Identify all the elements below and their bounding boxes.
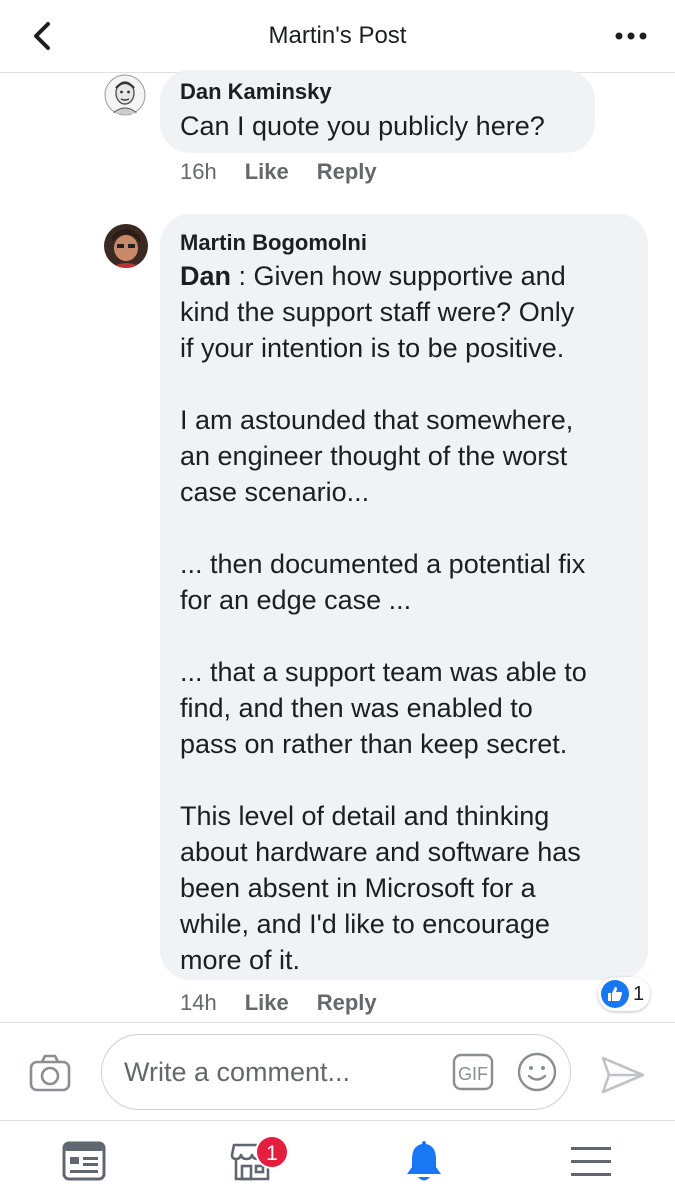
avatar[interactable] <box>104 224 148 268</box>
comment-time: 16h <box>180 159 217 184</box>
comment-line: Dan : Given how supportive and <box>180 261 566 291</box>
comment-line: pass on rather than keep secret. <box>180 729 568 759</box>
comment-line: if your intention is to be positive. <box>180 333 565 363</box>
mention-link[interactable]: Dan <box>180 261 231 291</box>
thumbs-up-icon <box>601 980 629 1008</box>
reply-button[interactable]: Reply <box>317 990 377 1016</box>
comment-text: Can I quote you publicly here? <box>180 111 545 141</box>
like-button[interactable]: Like <box>245 990 289 1016</box>
comment-line: for an edge case ... <box>180 585 412 615</box>
reaction-count: 1 <box>633 982 645 1005</box>
notification-badge: 1 <box>255 1135 289 1169</box>
send-icon[interactable] <box>600 1055 646 1095</box>
comment-line: about hardware and software has <box>180 837 581 867</box>
menu-icon[interactable] <box>567 1137 615 1185</box>
comment-meta: 14h Like Reply <box>180 990 377 1016</box>
gif-icon[interactable]: GIF <box>452 1053 494 1091</box>
gif-label: GIF <box>458 1064 488 1084</box>
like-button[interactable]: Like <box>245 159 289 185</box>
more-options-icon[interactable] <box>611 18 651 54</box>
comment-text: Dan : Given how supportive and kind the … <box>180 258 640 978</box>
comment-line: ... then documented a potential fix <box>180 549 586 579</box>
comment-line: been absent in Microsoft for a <box>180 873 536 903</box>
comment-line: while, and I'd like to encourage <box>180 909 550 939</box>
comment-author[interactable]: Martin Bogomolni <box>180 230 367 256</box>
reply-button[interactable]: Reply <box>317 159 377 185</box>
news-feed-icon[interactable] <box>60 1137 108 1185</box>
comment-line: more of it. <box>180 945 301 975</box>
reaction-summary[interactable]: 1 <box>598 977 651 1011</box>
comment-line: ... that a support team was able to <box>180 657 587 687</box>
comment-line: find, and then was enabled to <box>180 693 533 723</box>
page-title: Martin's Post <box>268 22 407 49</box>
comment-time: 14h <box>180 990 217 1015</box>
comment-input-placeholder: Write a comment... <box>124 1057 351 1087</box>
comment-meta: 16h Like Reply <box>180 159 377 185</box>
avatar[interactable] <box>104 74 146 116</box>
comment-line: case scenario... <box>180 477 370 507</box>
comment-line: This level of detail and thinking <box>180 801 550 831</box>
comment-author[interactable]: Dan Kaminsky <box>180 79 332 105</box>
comment-line: an engineer thought of the worst <box>180 441 568 471</box>
comment-line: I am astounded that somewhere, <box>180 405 574 435</box>
comment-composer: Write a comment... GIF <box>0 1022 675 1121</box>
bottom-nav <box>0 1120 675 1201</box>
emoji-icon[interactable] <box>517 1052 557 1092</box>
comment-line: kind the support staff were? Only <box>180 297 575 327</box>
notifications-icon[interactable] <box>400 1137 448 1185</box>
camera-icon[interactable] <box>28 1053 72 1093</box>
top-bar: Martin's Post <box>0 0 675 73</box>
comment-input[interactable]: Write a comment... GIF <box>101 1034 571 1110</box>
